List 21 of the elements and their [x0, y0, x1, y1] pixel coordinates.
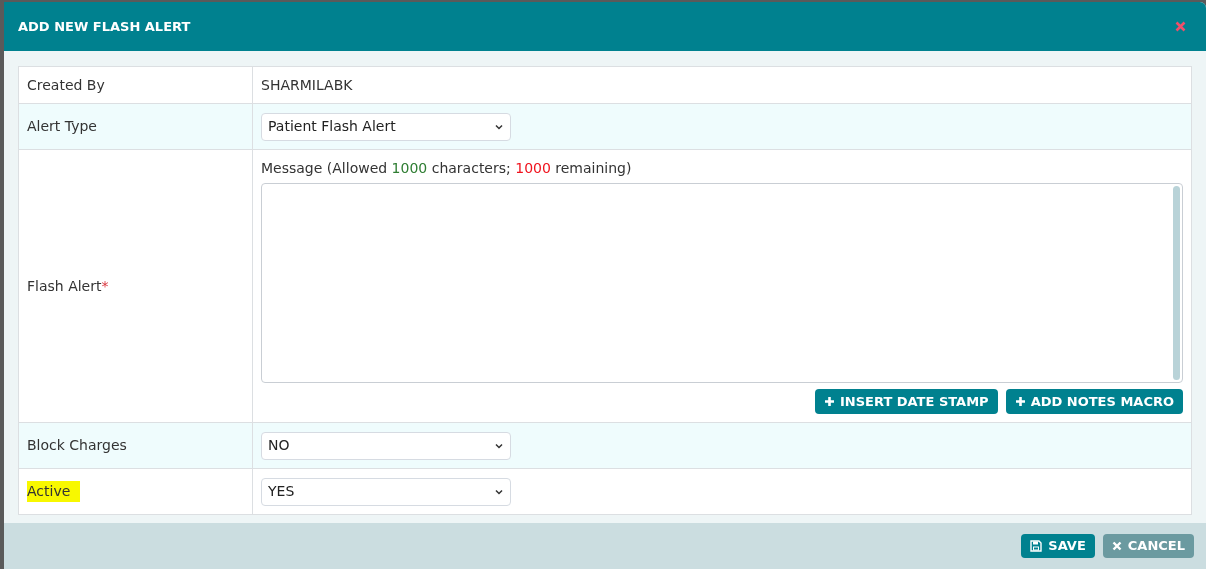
- save-button[interactable]: SAVE: [1021, 534, 1095, 558]
- action-button[interactable]: ADD NOTES MACRO: [1005, 389, 1183, 414]
- field-label: Alert Type: [27, 117, 97, 136]
- cancel-button[interactable]: CANCEL: [1102, 534, 1194, 558]
- dropdown-select[interactable]: NO: [261, 431, 511, 460]
- plus-icon: [824, 396, 835, 407]
- dialog-title: ADD NEW FLASH ALERT: [18, 17, 191, 36]
- field-label: Active: [27, 481, 81, 502]
- field-label: Flash Alert*: [27, 276, 109, 296]
- plus-icon: [1014, 396, 1026, 407]
- field-label: Block Charges: [27, 436, 127, 455]
- dropdown-select[interactable]: Patient Flash Alert: [261, 112, 511, 141]
- scrollbar[interactable]: [1173, 186, 1180, 380]
- field-label: Created By: [27, 75, 105, 95]
- action-button[interactable]: INSERT DATE STAMP: [815, 389, 998, 414]
- character-counter: Message (Allowed 1000 characters; 1000 remaining): [261, 159, 633, 178]
- close-icon[interactable]: [1175, 21, 1186, 32]
- field-value: SHARMILABK: [261, 75, 353, 95]
- dropdown-select[interactable]: YES: [261, 477, 511, 506]
- close-icon: [1111, 541, 1122, 551]
- message-textarea[interactable]: [261, 183, 1183, 383]
